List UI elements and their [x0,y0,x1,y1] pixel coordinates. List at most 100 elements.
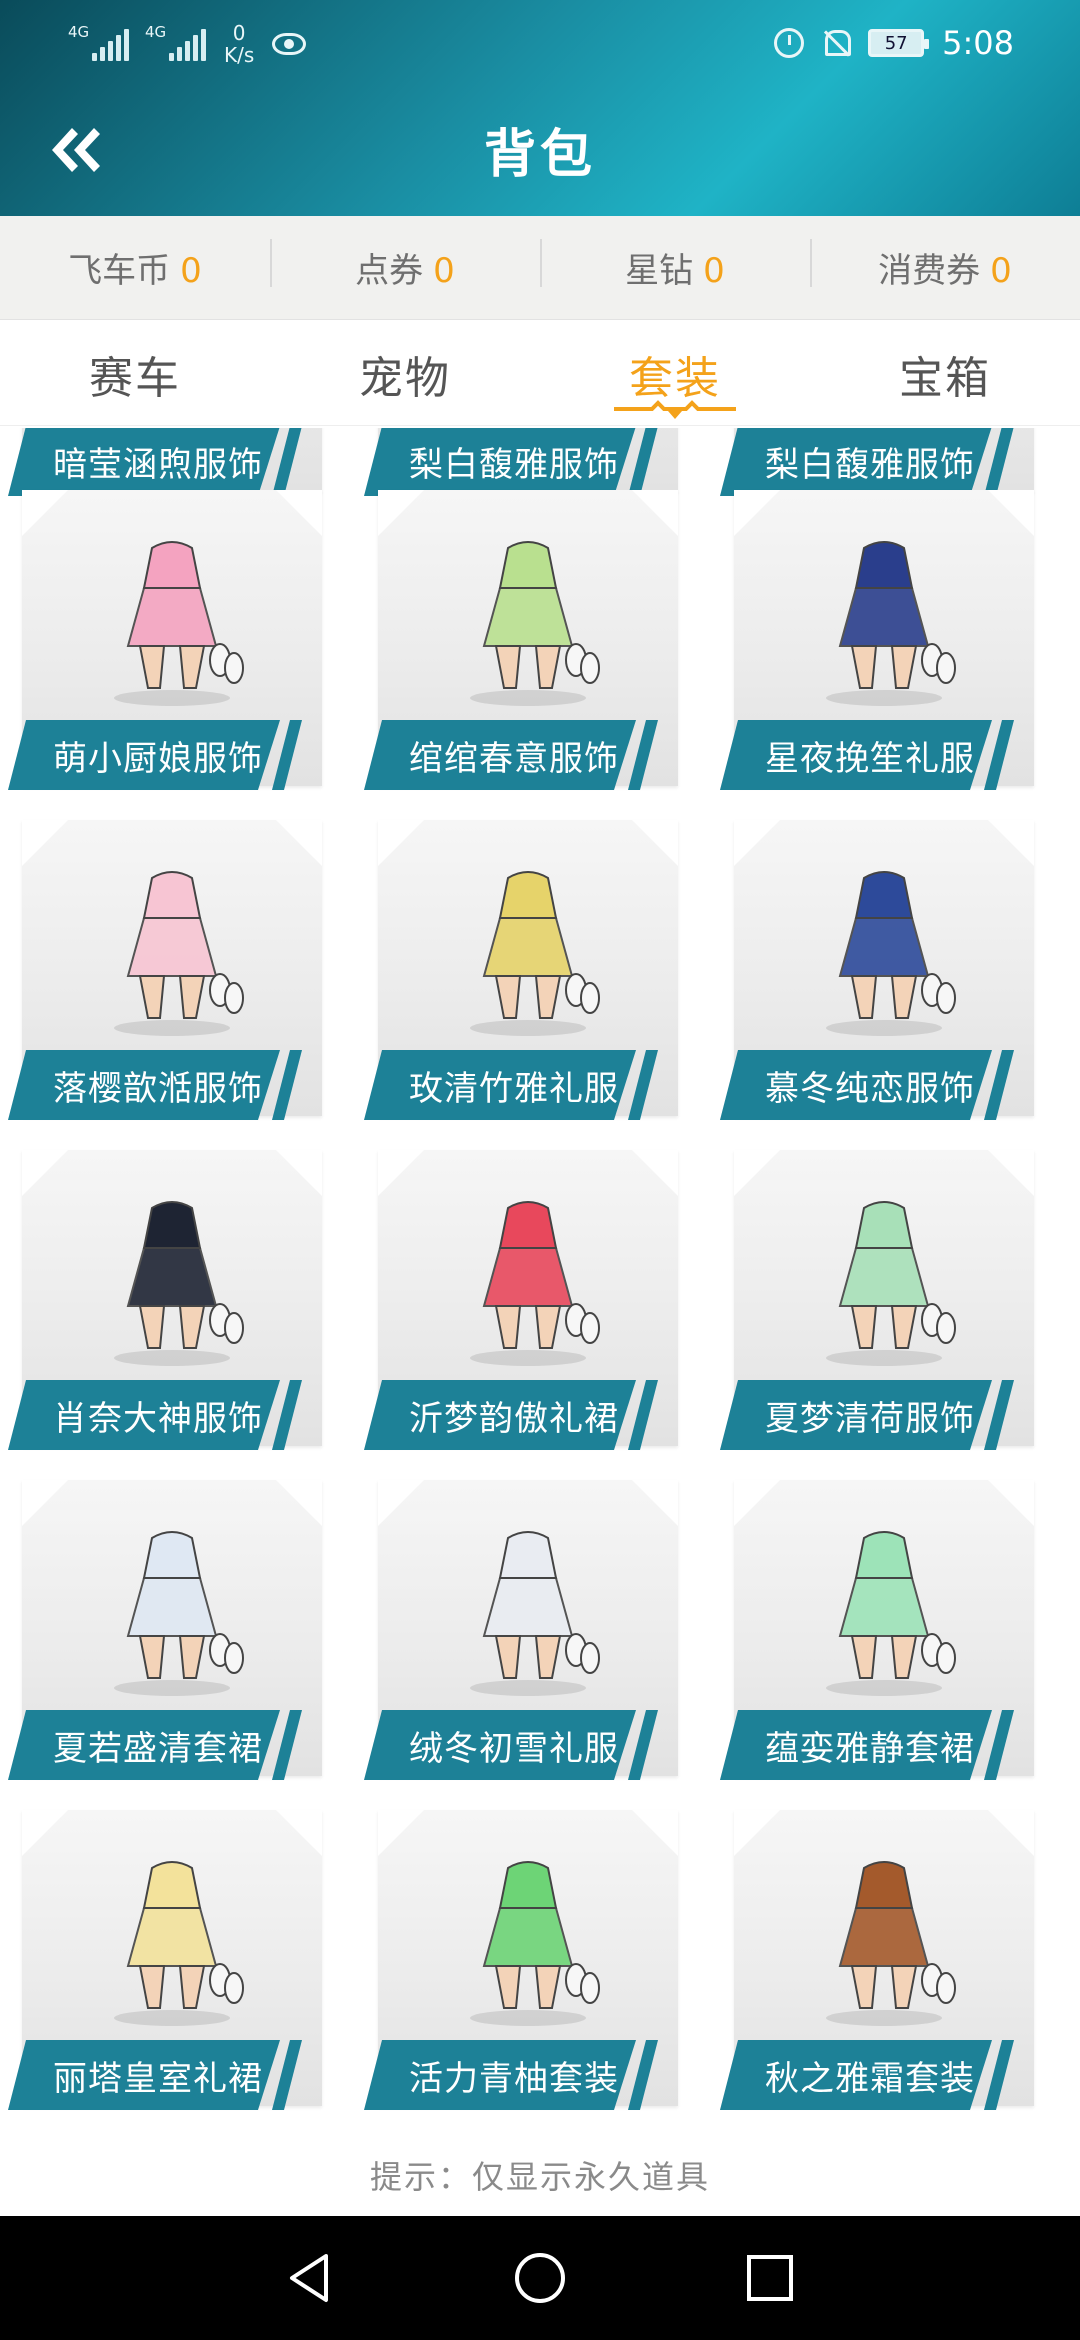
status-left: 4G 4G 0 K/s [68,22,307,66]
nav-home-button[interactable] [512,2250,568,2306]
outfit-icon [826,1861,956,2026]
outfit-icon [114,871,244,1036]
outfit-icon [114,1201,244,1366]
outfit-card[interactable]: 萌小厨娘服饰 [4,490,324,790]
outfit-grid: 暗莹涵煦服饰 梨白馥雅服饰 梨白馥雅服饰萌小厨娘服饰 绾绾春意服饰 星夜挽笙礼服落樱歆湉… [0,428,1080,2128]
net-speed-unit: K/s [224,43,255,67]
outfit-icon [470,1531,600,1696]
outfit-name: 萌小厨娘服饰 [53,739,263,779]
net-speed-value: 0 [232,21,246,45]
signal-label: 4G [145,23,167,41]
tab-label: 套装 [629,353,721,404]
outfit-card[interactable]: 秋之雅霜套装 [716,1810,1036,2110]
signal-icon: 4G [68,23,129,61]
outfit-name: 星夜挽笙礼服 [765,739,975,779]
tab-pets[interactable]: 宠物 [270,322,540,425]
outfit-name: 玫清竹雅礼服 [409,1069,619,1109]
outfit-icon [470,1861,600,2026]
outfit-card[interactable]: 绒冬初雪礼服 [360,1480,680,1780]
status-bar: 4G 4G 0 K/s 57 5:08 [0,0,1080,90]
outfit-card[interactable]: 活力青柚套装 [360,1810,680,2110]
outfit-card[interactable]: 落樱歆湉服饰 [4,820,324,1120]
currency-label: 点券 [355,251,424,291]
tab-label: 宠物 [359,353,451,404]
currency-feicheb: 飞车币 0 [0,243,270,292]
outfit-name: 梨白馥雅服饰 [409,445,619,485]
outfit-name: 暗莹涵煦服饰 [53,445,263,485]
battery-icon: 57 [868,29,930,57]
clock: 5:08 [942,24,1014,62]
nav-back-button[interactable] [282,2250,338,2306]
currency-bar: 飞车币 0 点券 0 星钻 0 消费券 0 [0,216,1080,320]
currency-value: 0 [990,251,1012,291]
header: 背包 [0,90,1080,216]
currency-xiaofeiquan: 消费券 0 [810,239,1080,292]
tab-label: 赛车 [89,353,181,404]
triangle-back-icon [290,2254,328,2302]
outfit-name: 丽塔皇室礼裙 [53,2059,263,2099]
outfit-name: 落樱歆湉服饰 [53,1069,263,1109]
outfit-name: 夏梦清荷服饰 [765,1399,975,1439]
outfit-name: 活力青柚套装 [409,2059,619,2099]
outfit-icon [114,1531,244,1696]
outfit-name: 秋之雅霜套装 [765,2059,975,2099]
system-nav-bar [0,2216,1080,2340]
outfit-card[interactable]: 肖奈大神服饰 [4,1150,324,1450]
active-tab-indicator-icon [614,400,736,419]
net-speed: 0 K/s [224,22,254,66]
status-right: 57 5:08 [774,24,1014,62]
hint-text: 提示：仅显示永久道具 [369,2158,710,2196]
outfit-name: 梨白馥雅服饰 [765,445,975,485]
currency-dianquan: 点券 0 [270,239,540,292]
outfit-card[interactable]: 玫清竹雅礼服 [360,820,680,1120]
outfit-icon [470,541,600,706]
outfit-card[interactable]: 梨白馥雅服饰 [716,428,1036,496]
tab-outfits[interactable]: 套装 [540,322,810,425]
page-title: 背包 [483,125,596,185]
outfit-name: 绒冬初雪礼服 [409,1729,619,1769]
outfit-icon [114,1861,244,2026]
outfit-name: 夏若盛清套裙 [53,1729,263,1769]
outfit-name: 蕴娈雅静套裙 [765,1729,975,1769]
outfit-card[interactable]: 绾绾春意服饰 [360,490,680,790]
category-tabs: 赛车 宠物 套装 宝箱 [0,322,1080,426]
nav-recents-button[interactable] [742,2250,798,2306]
outfit-card[interactable]: 星夜挽笙礼服 [716,490,1036,790]
outfit-name: 绾绾春意服饰 [409,739,619,779]
outfit-icon [826,541,956,706]
signal-icon: 4G [145,23,206,61]
currency-value: 0 [433,251,455,291]
outfit-card[interactable]: 慕冬纯恋服饰 [716,820,1036,1120]
tab-chests[interactable]: 宝箱 [810,322,1080,425]
tab-racing-cars[interactable]: 赛车 [0,322,270,425]
square-recents-icon [747,2255,793,2301]
outfit-card[interactable]: 夏梦清荷服饰 [716,1150,1036,1450]
alarm-icon [774,28,805,58]
outfit-card[interactable]: 沂梦韵傲礼裙 [360,1150,680,1450]
currency-value: 0 [180,251,202,291]
battery-level: 57 [884,32,908,54]
outfit-icon [826,1531,956,1696]
outfit-card[interactable]: 夏若盛清套裙 [4,1480,324,1780]
tab-label: 宝箱 [899,353,991,404]
currency-label: 星钻 [625,251,694,291]
outfit-name: 沂梦韵傲礼裙 [409,1399,619,1439]
eye-icon [272,33,307,55]
currency-label: 消费券 [878,251,981,291]
currency-xingzuan: 星钻 0 [540,239,810,292]
signal-label: 4G [68,23,90,41]
outfit-card[interactable]: 丽塔皇室礼裙 [4,1810,324,2110]
currency-label: 飞车币 [68,251,171,291]
outfit-card[interactable]: 梨白馥雅服饰 [360,428,680,496]
currency-value: 0 [703,251,725,291]
outfit-icon [470,871,600,1036]
outfit-icon [470,1201,600,1366]
outfit-icon [826,1201,956,1366]
outfit-card[interactable]: 暗莹涵煦服饰 [4,428,324,496]
outfit-name: 肖奈大神服饰 [53,1399,263,1439]
outfit-icon [826,871,956,1036]
outfit-icon [114,541,244,706]
bell-muted-icon [822,28,852,58]
outfit-name: 慕冬纯恋服饰 [765,1069,975,1109]
outfit-card[interactable]: 蕴娈雅静套裙 [716,1480,1036,1780]
